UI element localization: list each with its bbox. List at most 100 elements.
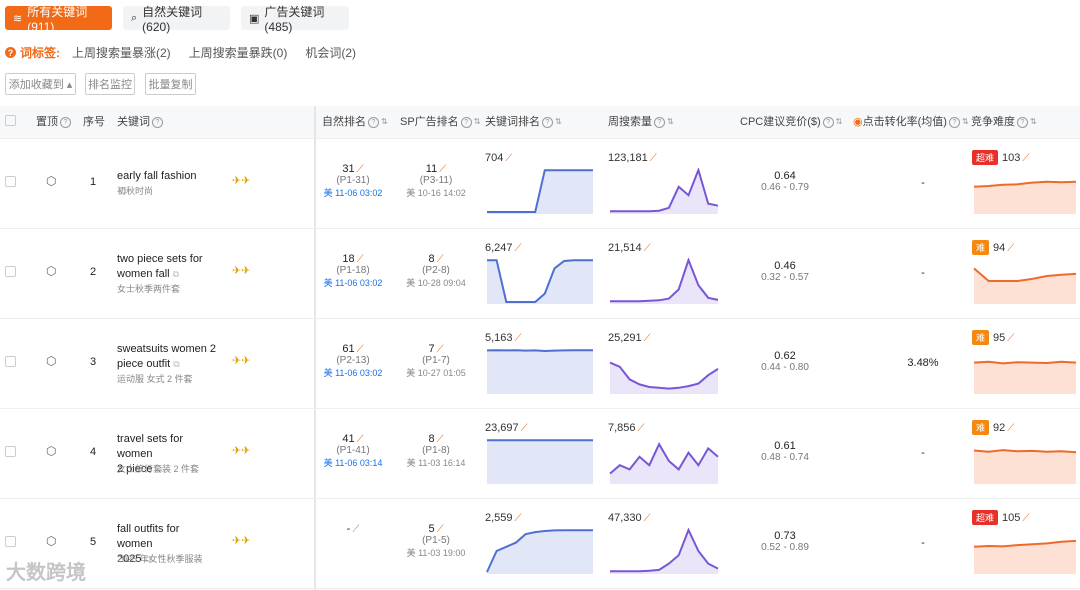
difficulty-badge: 难 [972, 240, 990, 255]
add-favorite-button[interactable]: 添加收藏到 ▴ [5, 73, 76, 95]
competition-value: 超难 103 ⟋ [972, 150, 1029, 165]
sparkline-area [610, 170, 718, 214]
row-index: 5 [89, 536, 97, 548]
sort-icon: ⇅ [473, 117, 481, 127]
help-icon: ? [542, 116, 553, 128]
keyword-text[interactable]: sweatsuits women 2 piece outfit ⧉ [117, 342, 217, 372]
keyword-line-1: two piece sets for [117, 253, 203, 265]
trend-icon: ⟋ [439, 164, 447, 175]
help-icon: ? [654, 116, 665, 128]
batch-copy-button[interactable]: 批量复制 [145, 73, 196, 95]
trend-icon: ⟋ [436, 434, 444, 445]
organic-rank: 61 ⟋ (P2-13) 美 11-06 03:02 [323, 343, 383, 378]
keyword-rank-sparkline[interactable] [485, 438, 595, 484]
difficulty-badge: 超难 [972, 510, 999, 525]
rocket-icon[interactable]: ✈✈ [232, 174, 250, 187]
weekly-search-sparkline[interactable] [608, 438, 720, 484]
keyword-text[interactable]: two piece sets for women fall ⧉ [117, 252, 217, 282]
trend-icon: ⟋ [436, 524, 444, 535]
header-weekly-search[interactable]: 周搜索量? ⇅ [608, 106, 674, 138]
trend-icon: ⟋ [643, 333, 651, 344]
sort-icon: ⇅ [961, 117, 969, 127]
competition-sparkline[interactable] [972, 168, 1078, 214]
rocket-icon[interactable]: ✈✈ [232, 534, 250, 547]
row-checkbox[interactable] [5, 446, 16, 457]
row-checkbox[interactable] [5, 176, 16, 187]
competition-value: 难 94 ⟋ [972, 240, 1014, 255]
rocket-icon[interactable]: ✈✈ [232, 264, 250, 277]
trend-icon: ⟋ [1007, 423, 1015, 434]
select-all-checkbox[interactable] [5, 115, 16, 126]
trend-icon: ⟋ [643, 243, 651, 254]
tag-icon[interactable]: ⬡ [46, 444, 56, 458]
help-icon: ? [152, 116, 163, 128]
tag-icon[interactable]: ⬡ [46, 354, 56, 368]
keyword-translation: 初秋时尚 [117, 186, 154, 196]
row-checkbox[interactable] [5, 266, 16, 277]
weekly-search-sparkline[interactable] [608, 348, 720, 394]
row-checkbox[interactable] [5, 356, 16, 367]
header-organic-rank[interactable]: 自然排名? ⇅ [322, 106, 388, 138]
trend-icon: ⟋ [1022, 153, 1030, 164]
organic-rank: 18 ⟋ (P1-18) 美 11-06 03:02 [323, 253, 383, 288]
conversion-rate: - [921, 447, 925, 459]
competition-sparkline[interactable] [972, 438, 1078, 484]
tag-icon[interactable]: ⬡ [46, 534, 56, 548]
trend-icon: ⟋ [514, 333, 522, 344]
header-conversion[interactable]: ◉点击转化率(均值)? ⇅ [853, 106, 969, 138]
weekly-search-value: 25,291 ⟋ [608, 332, 651, 344]
trend-icon: ⟋ [356, 434, 364, 445]
help-icon: ? [948, 116, 960, 128]
rank-monitor-button[interactable]: 排名监控 [85, 73, 135, 95]
watermark: 大数跨境 [6, 562, 86, 584]
tab-organic-keywords[interactable]: ⌕ 自然关键词 (620) [123, 5, 230, 34]
weekly-search-value: 21,514 ⟋ [608, 242, 651, 254]
keyword-rank-sparkline[interactable] [485, 258, 595, 304]
tab-all-keywords[interactable]: ≋ 所有关键词 (911) [5, 5, 112, 34]
keyword-rank-sparkline[interactable] [485, 168, 595, 214]
tag-icon[interactable]: ⬡ [46, 264, 56, 278]
tag-icon[interactable]: ⬡ [46, 174, 56, 188]
tab-ad-keywords[interactable]: ▣ 广告关键词 (485) [241, 5, 349, 34]
keyword-rank-sparkline[interactable] [485, 528, 595, 574]
competition-value: 难 92 ⟋ [972, 420, 1014, 435]
organic-rank: - ⟋ [346, 523, 360, 535]
row-index: 4 [89, 446, 97, 458]
rocket-icon[interactable]: ✈✈ [232, 444, 250, 457]
trend-icon: ⟋ [514, 513, 522, 524]
trend-icon: ⟋ [436, 344, 444, 355]
weekly-search-sparkline[interactable] [608, 168, 720, 214]
keyword-rank-value: 23,697 ⟋ [485, 422, 528, 434]
keyword-translation: 2025 年女性秋季服装 [117, 554, 203, 564]
tag-option-opportunity[interactable]: 机会词(2) [305, 44, 356, 61]
rocket-icon[interactable]: ✈✈ [232, 354, 250, 367]
weekly-search-sparkline[interactable] [608, 258, 720, 304]
cpc-bid: 0.64 0.46 - 0.79 [761, 170, 809, 193]
tag-filter: ? 词标签: 上周搜索量暴涨(2) 上周搜索量暴跌(0) 机会词(2) [5, 44, 374, 61]
help-icon: ? [460, 116, 472, 128]
competition-sparkline[interactable] [972, 258, 1078, 304]
header-index: 序号 [83, 116, 105, 128]
tag-filter-label: 词标签: [20, 46, 60, 60]
header-keyword: 关键词? [117, 106, 163, 138]
help-icon: ? [822, 116, 834, 128]
header-cpc[interactable]: CPC建议竞价($)? ⇅ [740, 106, 842, 138]
weekly-search-sparkline[interactable] [608, 528, 720, 574]
competition-sparkline[interactable] [972, 528, 1078, 574]
header-sp-rank[interactable]: SP广告排名? ⇅ [400, 106, 480, 138]
sp-rank: 5 ⟋ (P1-5) 美 11-03 19:00 [406, 523, 466, 558]
sparkline-area [610, 260, 718, 304]
sort-icon: ⇅ [667, 117, 674, 127]
sparkline-area [974, 361, 1076, 394]
conversion-rate: 3.48% [907, 357, 939, 369]
keyword-rank-sparkline[interactable] [485, 348, 595, 394]
trend-icon: ⟋ [1007, 243, 1015, 254]
tag-option-surge[interactable]: 上周搜索量暴涨(2) [72, 44, 171, 61]
ad-icon: ▣ [249, 12, 260, 25]
tag-option-drop[interactable]: 上周搜索量暴跌(0) [189, 44, 288, 61]
row-checkbox[interactable] [5, 536, 16, 547]
trend-icon: ⟋ [356, 344, 364, 355]
header-keyword-rank[interactable]: 关键词排名? ⇅ [485, 106, 562, 138]
header-competition[interactable]: 竞争难度? ⇅ [971, 106, 1037, 138]
competition-sparkline[interactable] [972, 348, 1078, 394]
